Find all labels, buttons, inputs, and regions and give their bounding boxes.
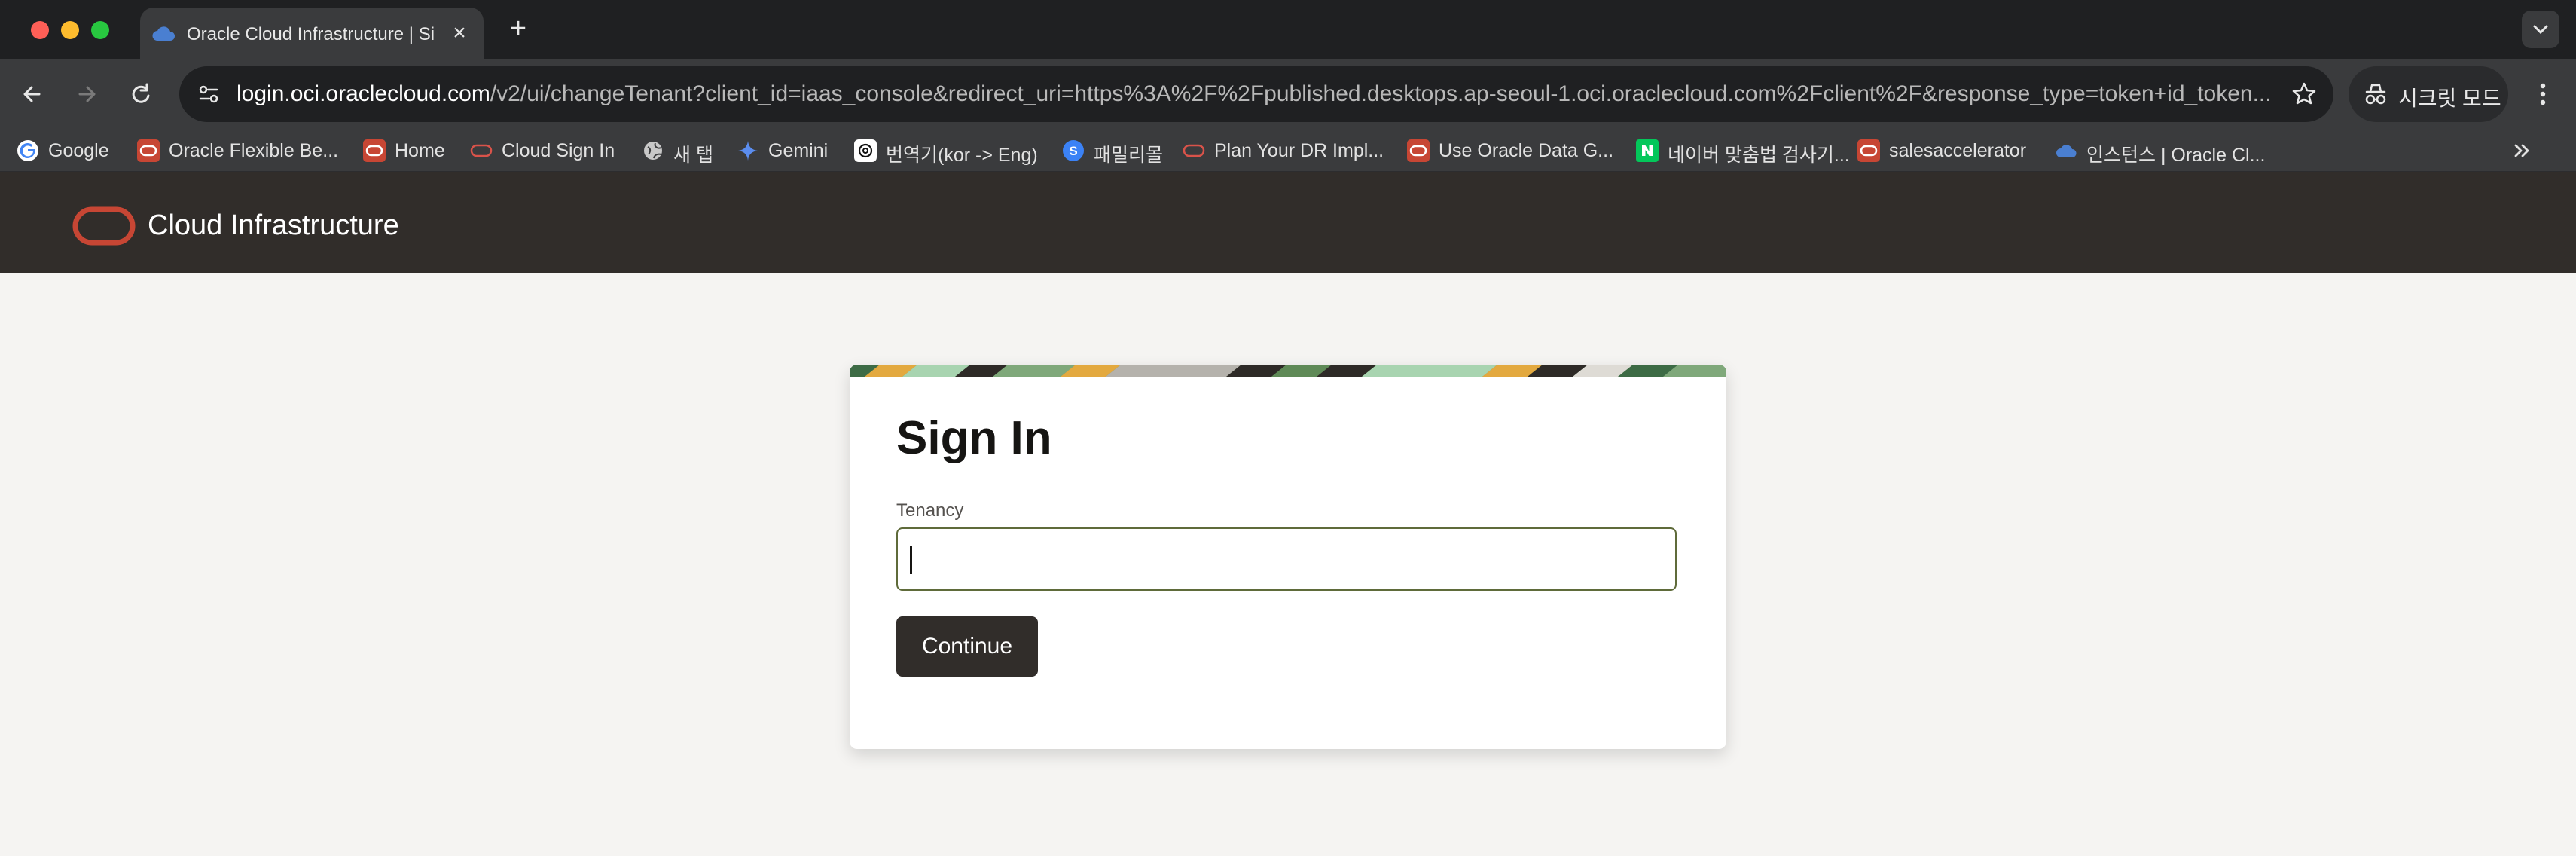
globe-icon [642,139,664,162]
chatgpt-icon [854,139,877,162]
url-text[interactable]: login.oci.oraclecloud.com/v2/ui/changeTe… [237,81,2270,109]
chevron-down-icon [2533,25,2548,35]
address-bar[interactable]: login.oci.oraclecloud.com/v2/ui/changeTe… [179,66,2333,122]
gemini-icon [737,139,759,162]
oci-header: Cloud Infrastructure [0,172,2576,273]
double-chevron-right-icon [2514,144,2529,157]
browser-toolbar: login.oci.oraclecloud.com/v2/ui/changeTe… [0,59,2576,130]
bookmark-salesaccelerator[interactable]: salesaccelerator [1857,137,2038,164]
brand-title: Cloud Infrastructure [148,209,399,241]
bookmark-family-mall[interactable]: S 패밀리몰 [1062,137,1183,166]
oracle-icon [1857,139,1880,162]
reload-button[interactable] [124,77,158,112]
bookmark-home[interactable]: Home [363,137,453,164]
new-tab-button[interactable]: + [505,14,532,43]
bookmark-oracle-flexible[interactable]: Oracle Flexible Be... [137,137,340,164]
browser-menu-button[interactable] [2528,77,2558,112]
decorative-banner [850,365,1726,377]
browser-tab-strip: Oracle Cloud Infrastructure | Sign In × … [0,0,2576,59]
tab-search-button[interactable] [2522,11,2559,48]
incognito-icon [2362,81,2389,107]
arrow-left-icon [23,86,41,102]
oracle-icon [137,139,160,162]
arrow-right-icon [78,86,96,102]
tenancy-label: Tenancy [896,500,964,521]
s-circle-icon: S [1062,139,1085,162]
oracle-logo-icon [72,206,136,246]
tab-title: Oracle Cloud Infrastructure | Sign In [187,24,435,44]
forward-button[interactable] [69,77,104,112]
back-button[interactable] [15,77,50,112]
bookmark-google[interactable]: Google [17,137,114,164]
bookmark-star-icon[interactable] [2288,78,2320,110]
more-vertical-icon [2540,83,2546,105]
window-maximize-button[interactable] [91,21,109,39]
bookmark-naver-spellcheck[interactable]: 네이버 맞춤법 검사기... [1636,137,1854,166]
oracle-outline-icon [1183,139,1205,162]
bookmark-new-tab[interactable]: 새 탭 [642,137,725,166]
incognito-label: 시크릿 모드 [2398,87,2501,110]
svg-text:S: S [1069,144,1077,158]
oracle-icon [363,139,386,162]
tab-close-icon[interactable]: × [449,22,470,44]
bookmarks-bar: Google Oracle Flexible Be... Home Cloud … [0,130,2576,172]
signin-card: Sign In Tenancy Continue [850,365,1726,749]
bookmark-translator[interactable]: 번역기(kor -> Eng) [854,137,1058,166]
bookmark-instances[interactable]: 인스턴스 | Oracle Cl... [2055,137,2266,166]
window-close-button[interactable] [31,21,49,39]
signin-title: Sign In [896,412,1052,464]
oracle-outline-icon [470,139,493,162]
cloud-icon [151,23,176,44]
bookmark-cloud-sign-in[interactable]: Cloud Sign In [470,137,621,164]
browser-tab-active[interactable]: Oracle Cloud Infrastructure | Sign In × [140,8,484,59]
bookmark-plan-dr[interactable]: Plan Your DR Impl... [1183,137,1393,164]
oracle-icon [1407,139,1430,162]
bookmark-gemini[interactable]: Gemini [737,137,835,164]
text-cursor [910,546,912,574]
google-icon [17,139,39,162]
incognito-indicator[interactable]: 시크릿 모드 [2349,66,2508,122]
bookmarks-overflow-button[interactable] [2507,137,2537,164]
reload-icon [132,83,150,103]
site-info-icon[interactable] [193,78,224,110]
tenancy-input[interactable] [896,527,1677,591]
cloud-icon [2055,139,2077,162]
bookmark-oracle-data-guard[interactable]: Use Oracle Data G... [1407,137,1618,164]
naver-icon [1636,139,1659,162]
window-minimize-button[interactable] [61,21,79,39]
continue-button[interactable]: Continue [896,616,1038,677]
